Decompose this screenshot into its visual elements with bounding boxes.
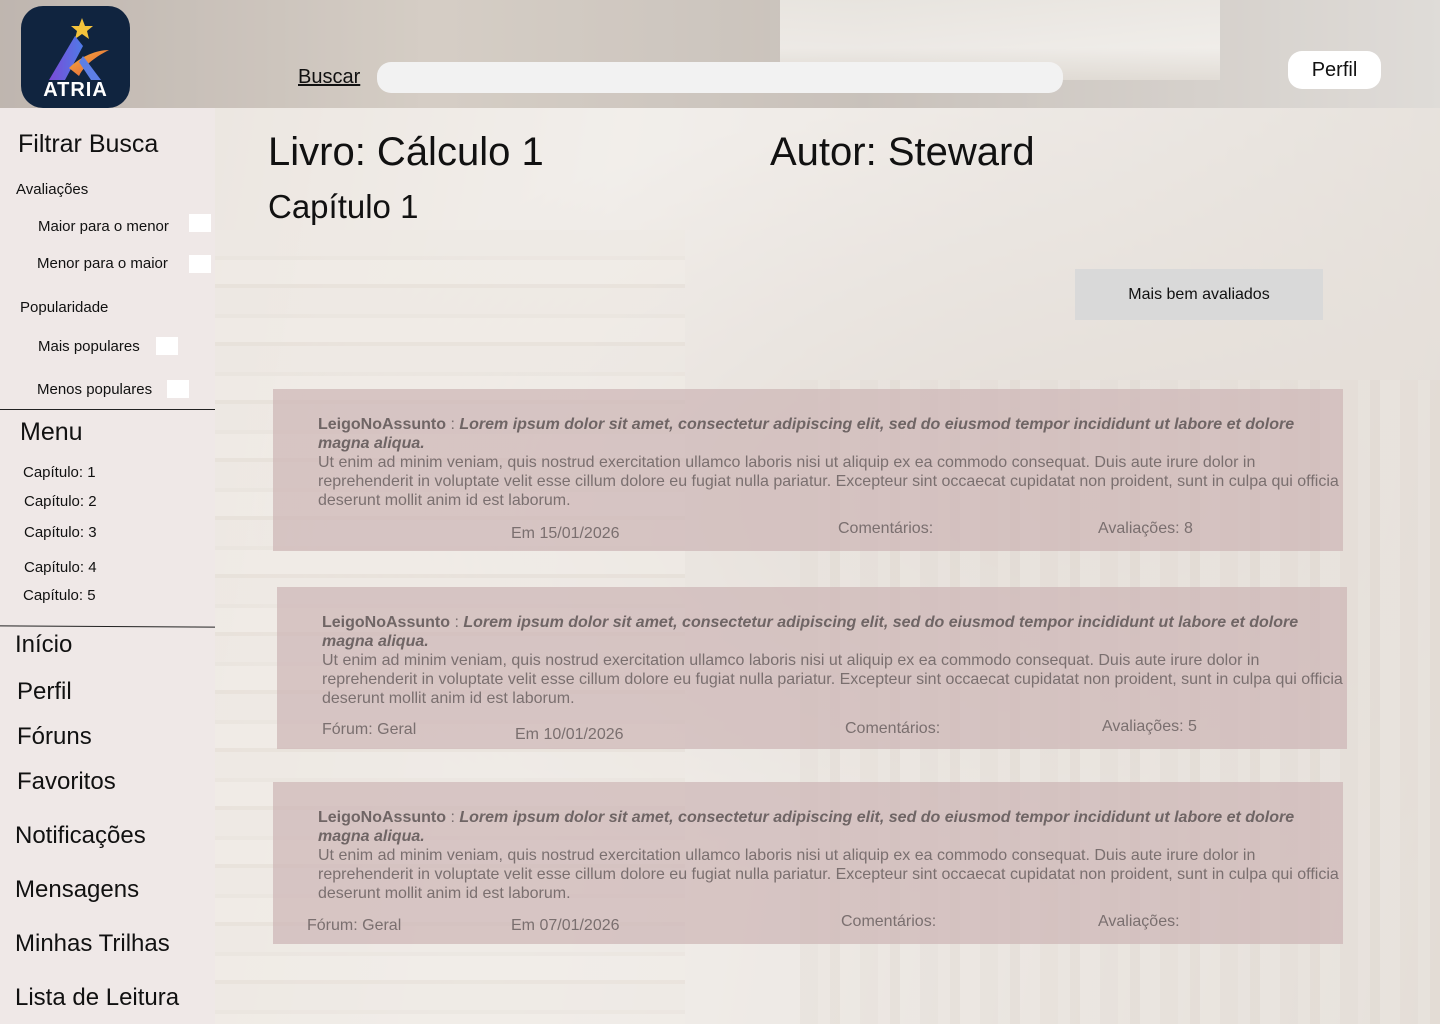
nav-favoritos[interactable]: Favoritos <box>17 768 116 796</box>
option-highest-to-lowest[interactable]: Maior para o menor <box>38 218 169 235</box>
chapter-link-5[interactable]: Capítulo: 5 <box>23 587 96 604</box>
post-body: Ut enim ad minim veniam, quis nostrud ex… <box>318 847 1339 902</box>
popularity-label: Popularidade <box>20 299 109 316</box>
option-most-popular[interactable]: Mais populares <box>38 338 140 355</box>
post-forum[interactable]: Fórum: Geral <box>307 917 401 935</box>
post-date: Em 10/01/2026 <box>515 726 624 743</box>
chapter-link-1[interactable]: Capítulo: 1 <box>23 464 96 481</box>
chapter-link-4[interactable]: Capítulo: 4 <box>24 559 97 576</box>
post-text: LeigoNoAssunto : Lorem ipsum dolor sit a… <box>318 415 1343 510</box>
search-input[interactable] <box>377 62 1063 93</box>
checkbox-least-popular[interactable] <box>167 380 189 398</box>
menu-title: Menu <box>20 418 83 446</box>
post-lead: Lorem ipsum dolor sit amet, consectetur … <box>322 614 1299 650</box>
chapter-link-3[interactable]: Capítulo: 3 <box>24 524 97 541</box>
app-logo[interactable]: ATRIA <box>21 6 130 108</box>
profile-button[interactable]: Perfil <box>1288 51 1381 89</box>
checkbox-highest-to-lowest[interactable] <box>189 214 211 232</box>
post-author[interactable]: LeigoNoAssunto <box>318 416 446 433</box>
post-body: Ut enim ad minim veniam, quis nostrud ex… <box>322 652 1343 707</box>
post-author[interactable]: LeigoNoAssunto <box>318 809 446 826</box>
post-ratings[interactable]: Avaliações: 5 <box>1102 718 1197 736</box>
nav-foruns[interactable]: Fóruns <box>17 723 92 751</box>
search-label[interactable]: Buscar <box>298 66 360 89</box>
post-forum[interactable]: Fórum: Geral <box>322 721 416 739</box>
post-date: Em 07/01/2026 <box>511 917 620 934</box>
sidebar: Filtrar Busca Avaliações Maior para o me… <box>0 108 216 1024</box>
checkbox-lowest-to-highest[interactable] <box>189 255 211 273</box>
post-text: LeigoNoAssunto : Lorem ipsum dolor sit a… <box>318 808 1343 903</box>
post-body: Ut enim ad minim veniam, quis nostrud ex… <box>318 454 1339 509</box>
post-card[interactable]: LeigoNoAssunto : Lorem ipsum dolor sit a… <box>273 782 1343 944</box>
post-separator: : <box>450 614 464 631</box>
sidebar-divider <box>0 625 216 628</box>
post-author[interactable]: LeigoNoAssunto <box>322 614 450 631</box>
post-ratings[interactable]: Avaliações: 8 <box>1098 520 1193 538</box>
nav-notificacoes[interactable]: Notificações <box>15 822 146 850</box>
book-title: Livro: Cálculo 1 <box>268 130 544 174</box>
book-author: Autor: Steward <box>770 130 1035 174</box>
post-comments[interactable]: Comentários: <box>845 720 940 738</box>
ratings-label: Avaliações <box>16 181 89 198</box>
post-separator: : <box>446 416 460 433</box>
post-ratings[interactable]: Avaliações: <box>1098 913 1180 931</box>
checkbox-most-popular[interactable] <box>156 337 178 355</box>
sort-top-rated-button[interactable]: Mais bem avaliados <box>1075 269 1323 320</box>
sidebar-divider <box>0 409 215 410</box>
nav-minhas-trilhas[interactable]: Minhas Trilhas <box>15 930 170 958</box>
nav-mensagens[interactable]: Mensagens <box>15 876 139 904</box>
post-date: Em 15/01/2026 <box>511 525 620 542</box>
post-card[interactable]: LeigoNoAssunto : Lorem ipsum dolor sit a… <box>273 389 1343 551</box>
option-lowest-to-highest[interactable]: Menor para o maior <box>37 255 168 272</box>
post-lead: Lorem ipsum dolor sit amet, consectetur … <box>318 416 1295 452</box>
chapter-link-2[interactable]: Capítulo: 2 <box>24 493 97 510</box>
post-card[interactable]: LeigoNoAssunto : Lorem ipsum dolor sit a… <box>277 587 1347 749</box>
post-lead: Lorem ipsum dolor sit amet, consectetur … <box>318 809 1295 845</box>
post-separator: : <box>446 809 460 826</box>
option-least-popular[interactable]: Menos populares <box>37 381 152 398</box>
logo-emblem-icon <box>49 18 109 80</box>
post-comments[interactable]: Comentários: <box>841 913 936 931</box>
post-text: LeigoNoAssunto : Lorem ipsum dolor sit a… <box>322 613 1347 708</box>
nav-perfil[interactable]: Perfil <box>17 678 72 706</box>
nav-inicio[interactable]: Início <box>15 631 72 659</box>
chapter-title: Capítulo 1 <box>268 188 419 225</box>
post-comments[interactable]: Comentários: <box>838 520 933 538</box>
filter-title: Filtrar Busca <box>18 130 159 158</box>
logo-text: ATRIA <box>43 79 108 101</box>
nav-lista-de-leitura[interactable]: Lista de Leitura <box>15 984 179 1012</box>
